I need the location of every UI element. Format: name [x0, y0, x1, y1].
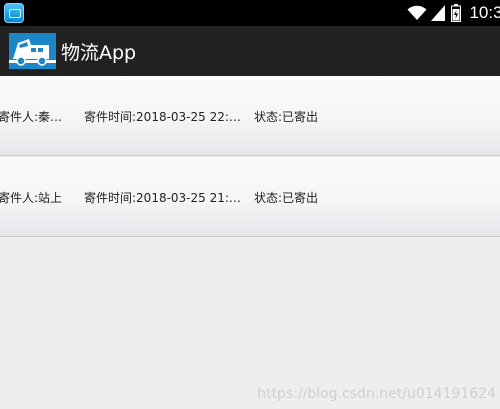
order-send-time: 寄件时间:2018-03-25 22:13:…	[84, 110, 244, 124]
status-clock: 10:32	[469, 3, 500, 22]
status-bar: 10:32	[0, 0, 500, 26]
action-bar: 物流App	[0, 26, 500, 76]
watermark: https://blog.csdn.net/u014191624	[257, 386, 496, 402]
wifi-icon	[407, 5, 427, 21]
truck-logo-icon[interactable]	[9, 33, 56, 69]
order-send-time: 寄件时间:2018-03-25 21:27:…	[84, 191, 244, 205]
status-right-group: 10:32	[407, 0, 500, 26]
app-title: 物流App	[61, 41, 137, 64]
order-status: 状态:已寄出	[254, 110, 319, 124]
order-sender: 寄件人:秦始…	[0, 110, 74, 124]
app-notification-icon	[4, 3, 24, 23]
order-list-item[interactable]: 寄件人:秦始… 寄件时间:2018-03-25 22:13:… 状态:已寄出	[0, 76, 500, 156]
order-sender: 寄件人:站上	[0, 191, 63, 205]
signal-icon	[431, 5, 446, 21]
order-status: 状态:已寄出	[254, 191, 319, 205]
order-list-item[interactable]: 寄件人:站上 寄件时间:2018-03-25 21:27:… 状态:已寄出	[0, 157, 500, 237]
order-list: 寄件人:秦始… 寄件时间:2018-03-25 22:13:… 状态:已寄出 寄…	[0, 76, 500, 237]
battery-icon	[451, 4, 462, 22]
